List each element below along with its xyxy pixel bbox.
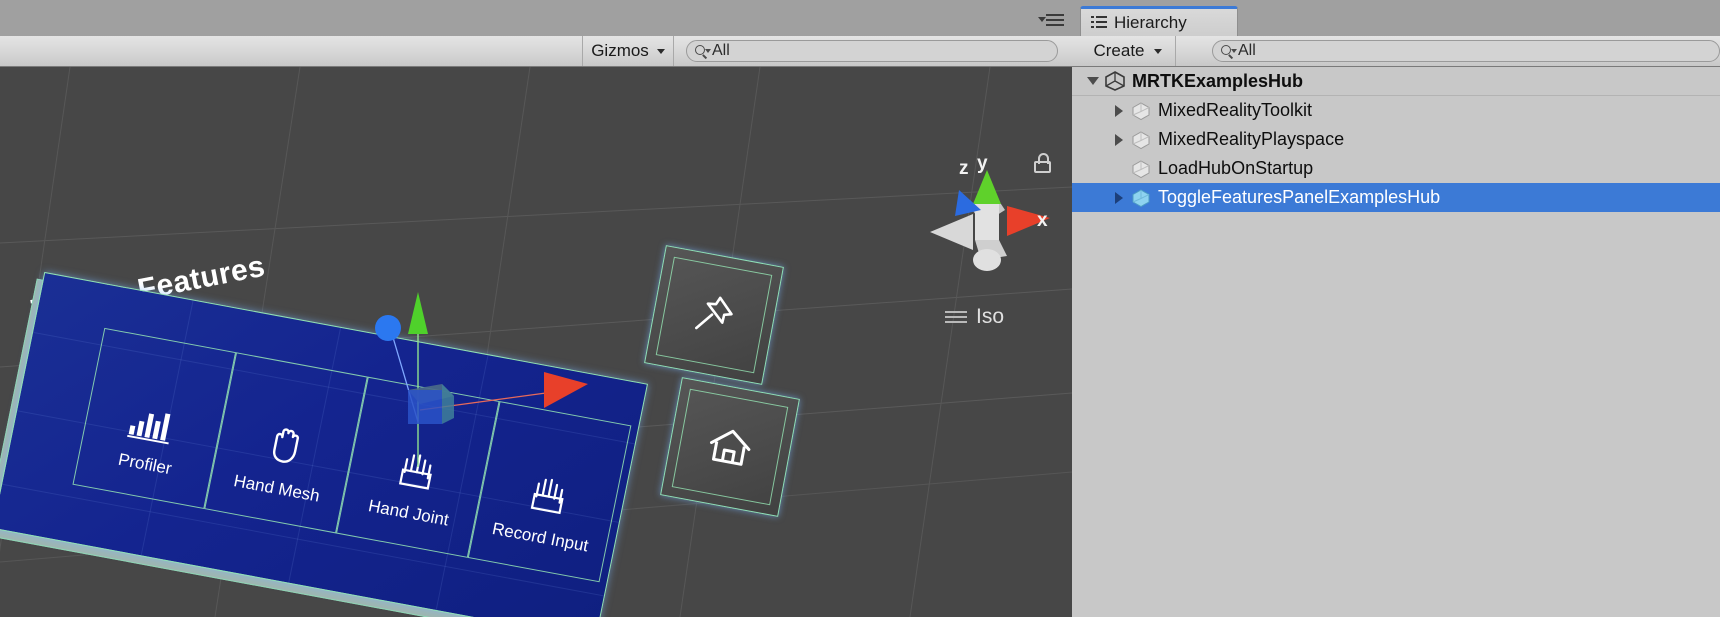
tree-row-label: MRTKExamplesHub <box>1132 70 1304 91</box>
prefab-icon <box>1130 188 1152 208</box>
scene-button-label: Record Input <box>490 519 591 556</box>
chevron-right-icon[interactable] <box>1108 133 1130 146</box>
gameobject-icon <box>1130 130 1152 150</box>
hand-record-icon <box>524 471 573 518</box>
gameobject-icon <box>1130 101 1152 121</box>
scene-toolbar: Gizmos All <box>0 36 1072 67</box>
axis-label-z: z <box>959 158 969 179</box>
tree-row-loadhubonstartup[interactable]: LoadHubOnStartup <box>1072 154 1720 183</box>
scene-button-label: Hand Mesh <box>232 471 322 506</box>
scene-button-label: Hand Joint <box>366 496 451 530</box>
pin-panel-inner-frame <box>655 256 773 374</box>
unity-scene-icon <box>1104 71 1126 91</box>
chevron-down-icon[interactable] <box>1082 77 1104 85</box>
tree-row-togglefeaturespanelexampleshub[interactable]: ToggleFeaturesPanelExamplesHub <box>1072 183 1720 212</box>
gameobject-icon <box>1130 159 1152 179</box>
tree-row-label: MixedRealityPlayspace <box>1158 129 1345 149</box>
chevron-right-icon[interactable] <box>1108 191 1130 204</box>
projection-mode-label: Iso <box>976 305 1005 328</box>
hierarchy-panel: Hierarchy Create All MRTKExamplesHub Mix… <box>1072 0 1720 617</box>
chevron-down-icon <box>1153 48 1162 54</box>
gizmo-y-handle <box>408 292 428 334</box>
view-gizmo-negative-x-cone <box>930 214 973 250</box>
chevron-down-icon <box>656 48 665 54</box>
tree-row-label: LoadHubOnStartup <box>1158 158 1314 178</box>
projection-mode-toggle[interactable]: Iso <box>945 305 1004 329</box>
gizmos-label: Gizmos <box>591 41 649 60</box>
gizmos-dropdown[interactable]: Gizmos <box>582 36 674 66</box>
hierarchy-toolbar: Create All <box>1072 36 1720 67</box>
tab-hierarchy-label: Hierarchy <box>1114 12 1187 32</box>
create-button[interactable]: Create <box>1080 36 1176 66</box>
tree-row-label: MixedRealityToolkit <box>1158 100 1313 120</box>
home-panel-inner-frame <box>671 388 789 506</box>
axis-label-x: x <box>1037 210 1048 231</box>
create-label: Create <box>1093 41 1145 60</box>
home-button[interactable] <box>660 377 800 517</box>
pin-button[interactable] <box>644 245 784 385</box>
transform-gizmo[interactable] <box>330 222 630 472</box>
chevron-right-icon[interactable] <box>1108 104 1130 117</box>
unity-editor-window: Gizmos All Toggle Features Profiler Hand… <box>0 0 1720 617</box>
tree-row-scene[interactable]: MRTKExamplesHub <box>1072 67 1720 96</box>
scene-button-label: Profiler <box>116 449 174 479</box>
panel-menu-icon[interactable] <box>1038 14 1064 27</box>
hierarchy-search-value: All <box>1238 42 1256 59</box>
hand-icon <box>262 423 309 469</box>
view-gizmo-negative-y-cone <box>973 249 1001 271</box>
tree-row-mixedrealitytoolkit[interactable]: MixedRealityToolkit <box>1072 96 1720 125</box>
tree-row-label: ToggleFeaturesPanelExamplesHub <box>1158 187 1441 207</box>
gizmo-z-handle <box>375 315 401 341</box>
axis-label-y: y <box>977 153 988 174</box>
scene-panel: Gizmos All Toggle Features Profiler Hand… <box>0 0 1072 617</box>
gizmo-x-handle <box>544 372 588 408</box>
hamburger-icon <box>945 310 967 324</box>
lock-icon[interactable] <box>1034 153 1051 173</box>
tab-hierarchy[interactable]: Hierarchy <box>1080 6 1238 36</box>
scene-viewport[interactable]: Toggle Features Profiler Hand Mesh Hand … <box>0 67 1072 617</box>
search-icon <box>1221 44 1237 59</box>
scene-search-input[interactable]: All <box>686 40 1058 62</box>
scene-tab-strip <box>0 0 1072 36</box>
hierarchy-icon <box>1091 16 1107 29</box>
bar-chart-icon <box>127 403 179 445</box>
tree-row-mixedrealityplayspace[interactable]: MixedRealityPlayspace <box>1072 125 1720 154</box>
search-icon <box>695 44 711 59</box>
hierarchy-search-input[interactable]: All <box>1212 40 1720 62</box>
view-gizmo-y-cone <box>973 170 1001 204</box>
hierarchy-tree[interactable]: MRTKExamplesHub MixedRealityToolkit Mixe… <box>1072 67 1720 617</box>
scene-search-value: All <box>712 42 730 59</box>
